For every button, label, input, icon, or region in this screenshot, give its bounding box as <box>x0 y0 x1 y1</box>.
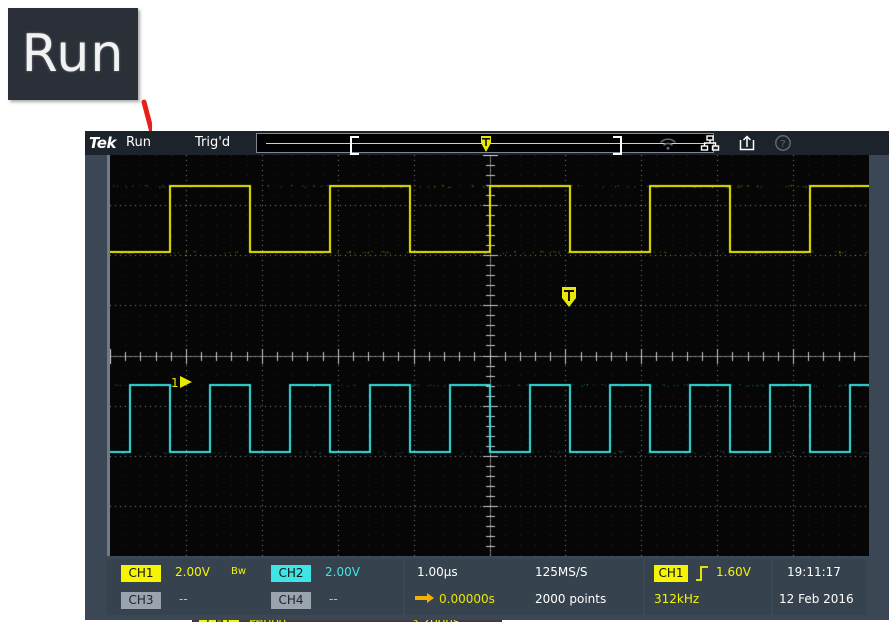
scope-bottom-bar: CH1 2.00V Bw CH2 2.00V CH3 -- CH4 -- 1.0… <box>85 556 889 620</box>
ch3-badge[interactable]: CH3 <box>121 592 161 609</box>
clock-panel: 19:11:17 12 Feb 2016 <box>773 559 866 615</box>
trigger-panel[interactable]: CH1 1.60V 312kHz <box>645 559 771 615</box>
timebase-value[interactable]: 1.00µs <box>417 565 458 579</box>
ch3-scale: -- <box>179 592 188 606</box>
svg-text:1: 1 <box>171 376 179 390</box>
trigger-position-value[interactable]: 0.00000s <box>439 592 495 606</box>
ch4-scale: -- <box>329 592 338 606</box>
save-upload-icon[interactable] <box>737 134 757 152</box>
oscilloscope-window: Tek Run Trig'd ? 1 CH1 2.00V Bw CH2 2.00… <box>85 131 889 620</box>
overview-bracket-right[interactable] <box>613 136 622 155</box>
help-icon[interactable]: ? <box>773 134 793 152</box>
scope-top-bar: Tek Run Trig'd ? <box>85 131 889 155</box>
channel-settings-panel[interactable]: CH1 2.00V Bw CH2 2.00V CH3 -- CH4 -- <box>107 559 403 615</box>
trigger-position-icon <box>415 591 435 605</box>
ch1-bandwidth-limit: Bw <box>231 566 246 577</box>
svg-text:?: ? <box>780 139 785 150</box>
run-callout-label: Run <box>22 24 125 84</box>
trigger-position-marker-icon[interactable] <box>561 286 577 308</box>
overview-trigger-marker-icon[interactable] <box>480 135 492 153</box>
run-callout-zoom: Run <box>8 8 138 100</box>
ch1-ground-marker[interactable]: 1 <box>171 374 197 393</box>
trigger-slope-rising-icon[interactable] <box>694 564 710 582</box>
trigger-status[interactable]: Trig'd <box>195 135 230 150</box>
clock-time: 19:11:17 <box>787 565 841 579</box>
overview-bracket-left[interactable] <box>350 136 359 155</box>
ch2-badge[interactable]: CH2 <box>271 565 311 582</box>
waveform-canvas[interactable] <box>110 155 869 556</box>
screenshot-root: Run Tek Run Trig'd ? 1 CH1 2.00V Bw CH2 … <box>0 0 896 622</box>
tek-logo: Tek <box>89 134 116 152</box>
wifi-icon[interactable] <box>658 134 678 152</box>
acquisition-status[interactable]: Run <box>126 135 151 150</box>
trigger-level[interactable]: 1.60V <box>716 565 751 579</box>
ch1-scale[interactable]: 2.00V <box>175 565 210 579</box>
waveform-graticule[interactable] <box>107 155 869 556</box>
timebase-panel[interactable]: 1.00µs 0.00000s 125MS/S 2000 points <box>405 559 643 615</box>
record-length: 2000 points <box>535 592 606 606</box>
trigger-frequency: 312kHz <box>654 592 699 606</box>
network-icon[interactable] <box>700 134 720 152</box>
ch1-badge[interactable]: CH1 <box>121 565 161 582</box>
record-overview-bar[interactable] <box>256 133 714 153</box>
ch4-badge[interactable]: CH4 <box>271 592 311 609</box>
ch2-scale[interactable]: 2.00V <box>325 565 360 579</box>
trigger-source-badge[interactable]: CH1 <box>654 565 688 582</box>
clock-date: 12 Feb 2016 <box>779 592 854 606</box>
sample-rate: 125MS/S <box>535 565 588 579</box>
